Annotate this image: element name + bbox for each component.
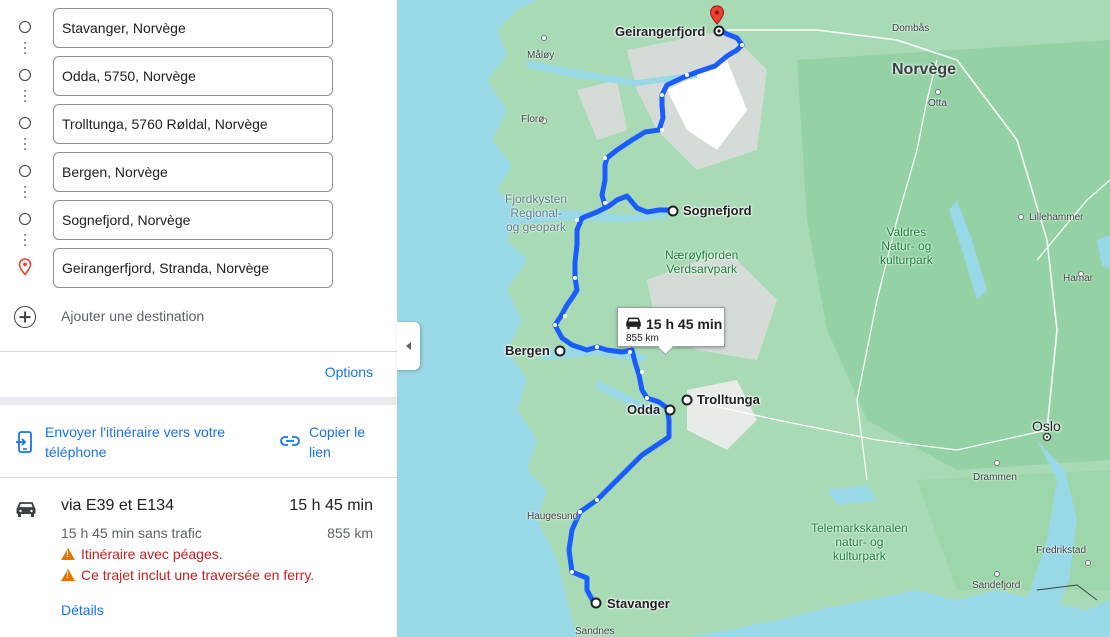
map-label-trolltunga[interactable]: Trolltunga [697,392,760,407]
map-label-country: Norvège [892,61,957,78]
directions-panel: Ajouter une destination Options Envoyer … [0,0,397,637]
warning-icon [61,569,75,581]
send-to-phone-link[interactable]: Envoyer l'itinéraire vers votre téléphon… [45,422,225,462]
route-duration-callout[interactable]: 15 h 45 min 855 km [617,307,725,347]
warning-icon [61,548,75,560]
map-background [487,0,1110,637]
send-to-phone-label-1: Envoyer l'itinéraire vers votre [45,424,226,440]
map-label-sandefjord: Sandefjord [972,580,1021,591]
send-to-phone-icon [16,431,32,453]
add-destination-label: Ajouter une destination [61,308,205,324]
map-label-lillehammer: Lillehammer [1029,212,1084,223]
callout-distance: 855 km [626,333,659,344]
stop-row-2 [0,56,397,96]
stop-row-5 [0,200,397,240]
collapse-panel-button[interactable] [397,322,420,370]
options-link[interactable]: Options [325,364,373,380]
map-label-stavanger[interactable]: Stavanger [607,596,670,611]
map-label-floro: Florø [521,114,545,125]
callout-duration: 15 h 45 min [646,316,723,332]
toll-warning: Itinéraire avec péages. [61,546,223,562]
copy-link-label-2: lien [309,444,331,460]
copy-link-button[interactable]: Copier le lien [309,422,365,462]
toll-warning-text: Itinéraire avec péages. [81,546,223,562]
map-label-naeroyfjorden: Nærøyfjorden Verdsarvpark [665,248,739,276]
stop-input-4[interactable] [53,152,333,192]
route-option-card[interactable]: via E39 et E134 15 h 45 min 15 h 45 min … [0,488,397,637]
divider [0,477,397,478]
stop-row-3 [0,104,397,144]
map-label-sandnes: Sandnes [575,626,615,637]
link-icon [280,436,300,446]
map-label-otta: Otta [928,98,947,109]
divider [0,351,397,352]
map-label-fjordkysten: Fjordkysten Regional- og geopark [505,192,568,234]
waypoint-circle-icon [19,69,31,81]
route-distance: 855 km [327,525,373,541]
map-canvas[interactable]: Geirangerfjord Sognefjord Bergen Odda Tr… [397,0,1110,637]
stop-input-3[interactable] [53,104,333,144]
car-icon [626,317,641,330]
map-label-sognefjord[interactable]: Sognefjord [683,203,752,218]
stop-row-6 [0,248,397,288]
waypoint-circle-icon [19,213,31,225]
destination-pin-icon [18,258,32,276]
section-divider [0,397,397,405]
route-traffic-note: 15 h 45 min sans trafic [61,525,202,541]
map-label-bergen[interactable]: Bergen [505,343,550,358]
copy-link-label-1: Copier le [309,424,366,440]
send-to-phone-label-2: téléphone [45,444,107,460]
waypoint-circle-icon [19,21,31,33]
details-link[interactable]: Détails [61,602,104,618]
route-via: via E39 et E134 [61,497,174,514]
ferry-warning-text: Ce trajet inclut une traversée en ferry. [81,567,315,583]
add-circle-icon [14,306,36,328]
map-label-oslo[interactable]: Oslo [1032,418,1061,434]
map-label-haugesund: Haugesund [527,511,579,522]
stop-input-6[interactable] [53,248,333,288]
stop-row-1 [0,8,397,48]
ferry-warning: Ce trajet inclut une traversée en ferry. [61,567,314,583]
map-label-dombas: Dombås [892,23,930,34]
map-label-odda[interactable]: Odda [627,402,660,417]
map-label-valdres: Valdres Natur- og kulturpark [880,225,933,267]
waypoint-circle-icon [19,165,31,177]
map-label-hamar: Hamar [1063,273,1094,284]
stop-input-2[interactable] [53,56,333,96]
map-label-geirangerfjord[interactable]: Geirangerfjord [615,24,705,39]
map-label-drammen: Drammen [973,472,1017,483]
stop-input-5[interactable] [53,200,333,240]
stop-input-1[interactable] [53,8,333,48]
map-label-fredrikstad: Fredrikstad [1036,545,1087,556]
waypoint-circle-icon [19,117,31,129]
add-destination-button[interactable]: Ajouter une destination [0,298,397,338]
map-label-telemarkskanalen: Telemarkskanalen natur- og kulturpark [811,521,908,563]
route-duration: 15 h 45 min [289,497,373,514]
stop-row-4 [0,152,397,192]
car-icon [16,502,36,517]
map-label-maloy: Måløy [527,50,555,61]
